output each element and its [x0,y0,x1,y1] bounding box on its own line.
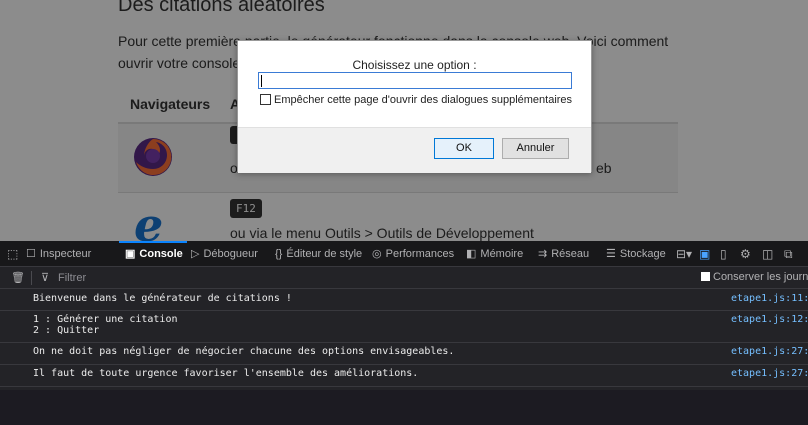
tab-console[interactable]: ▣ Console [119,241,187,267]
inspector-icon: ☐ [26,248,36,260]
console-message: 1 : Générer une citation 2 : Quitter eta… [0,311,808,343]
text-caret [261,75,262,87]
prompt-input[interactable] [258,72,572,89]
split-console-icon[interactable]: ▣ [699,241,710,267]
console-filter-bar: 🗑 ⊽ Conserver les journa [0,268,808,289]
tab-style-editor[interactable]: {} Éditeur de style [275,241,362,267]
message-text: Il faut de toute urgence favoriser l'ens… [33,368,419,379]
memory-icon: ◧ [466,248,477,260]
settings-gear-icon[interactable]: ⚙ [740,241,751,267]
more-tools-icon[interactable]: ⊟▾ [676,241,692,267]
ok-button[interactable]: OK [434,138,494,159]
devtools-toolbar: ⬚ ☐ Inspecteur ▣ Console ▷ Débogueur {} Édit… [0,241,808,267]
tab-debugger[interactable]: ▷ Débogueur [191,241,258,267]
clear-console-trash-icon[interactable]: 🗑 [11,271,25,284]
style-editor-icon: {} [275,248,283,260]
cancel-button[interactable]: Annuler [502,138,569,159]
tab-storage[interactable]: ☰ Stockage [606,241,666,267]
message-source-link[interactable]: etape1.js:11: [731,293,808,304]
dialog-button-bar: OK Annuler [238,127,591,173]
devtools-panel: ⬚ ☐ Inspecteur ▣ Console ▷ Débogueur {} Édit… [0,241,808,425]
tab-performance[interactable]: ◎ Performances [372,241,454,267]
web-page: Des citations aléatoires Pour cette prem… [0,0,808,241]
element-picker-icon[interactable]: ⬚ [7,241,18,267]
console-message: Bienvenue dans le générateur de citation… [0,290,808,311]
tab-memory[interactable]: ◧ Mémoire [466,241,523,267]
debugger-icon: ▷ [191,248,200,260]
message-text: Bienvenue dans le générateur de citation… [33,293,292,304]
storage-icon: ☰ [606,248,616,260]
prompt-dialog: Choisissez une option : Empêcher cette p… [237,40,592,173]
divider [31,271,32,285]
message-source-link[interactable]: etape1.js:12: [731,314,808,325]
filter-input[interactable] [58,270,658,286]
suppress-dialogs-option[interactable]: Empêcher cette page d'ouvrir des dialogu… [260,94,572,106]
message-text: 1 : Générer une citation [33,314,178,325]
console-icon: ▣ [125,248,136,260]
separate-window-icon[interactable]: ⧉ [784,241,793,267]
persist-logs-option[interactable]: Conserver les journa [701,271,808,283]
message-text-line-2: 2 : Quitter [33,325,100,336]
console-input-line[interactable] [0,390,808,425]
suppress-dialogs-label: Empêcher cette page d'ouvrir des dialogu… [274,94,573,106]
suppress-dialogs-checkbox[interactable] [260,94,271,105]
network-icon: ⇉ [538,248,548,260]
message-text: On ne doit pas négliger de négocier chac… [33,346,455,357]
persist-logs-checkbox[interactable] [701,272,710,281]
persist-logs-label: Conserver les journa [713,271,808,283]
console-message: On ne doit pas négliger de négocier chac… [0,343,808,365]
dialog-title: Choisissez une option : [352,58,477,72]
console-message: Il faut de toute urgence favoriser l'ens… [0,365,808,387]
filter-funnel-icon: ⊽ [41,272,50,284]
performance-icon: ◎ [372,248,382,260]
message-source-link[interactable]: etape1.js:27: [731,346,808,357]
message-source-link[interactable]: etape1.js:27: [731,368,808,379]
responsive-mode-icon[interactable]: ▯ [720,241,727,267]
tab-network[interactable]: ⇉ Réseau [538,241,589,267]
tab-inspector[interactable]: ☐ Inspecteur [26,241,91,267]
dock-side-icon[interactable]: ◫ [762,241,773,267]
